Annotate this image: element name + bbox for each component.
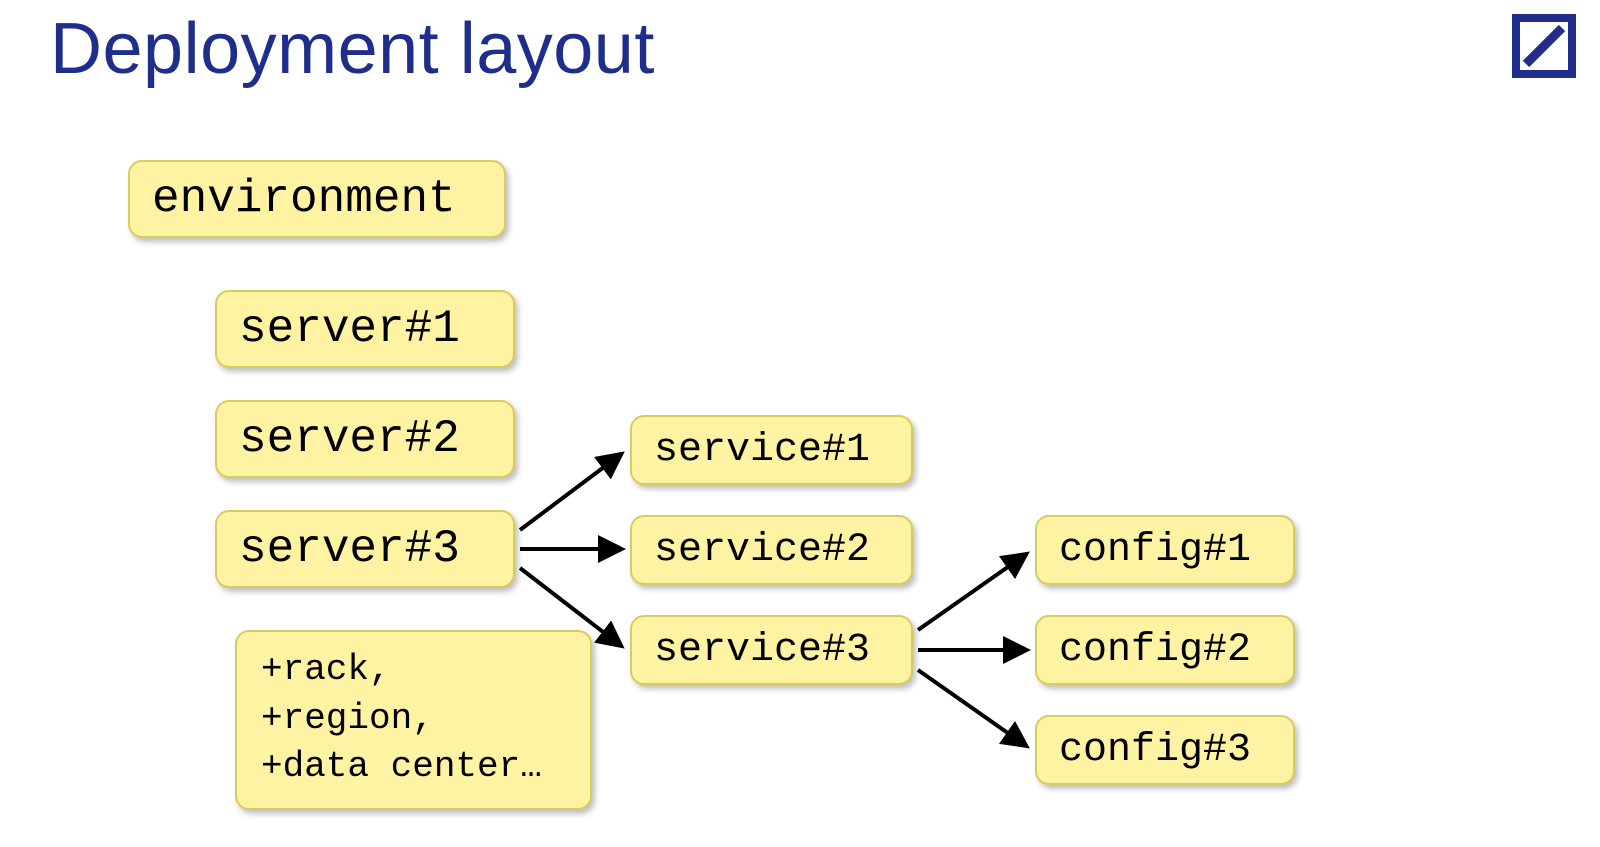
node-server-2: server#2 — [215, 400, 515, 478]
note-line: +region, — [261, 695, 566, 744]
node-service-1: service#1 — [630, 415, 913, 485]
node-config-3: config#3 — [1035, 715, 1295, 785]
slide-title: Deployment layout — [50, 8, 655, 90]
node-label: service#1 — [654, 428, 870, 473]
note-line: +rack, — [261, 646, 566, 695]
node-server-attributes-note: +rack, +region, +data center… — [235, 630, 592, 810]
node-environment: environment — [128, 160, 506, 238]
node-label: config#1 — [1059, 528, 1251, 573]
edge-service3-config1 — [918, 555, 1025, 630]
note-line: +data center… — [261, 743, 566, 792]
node-service-3: service#3 — [630, 615, 913, 685]
node-service-2: service#2 — [630, 515, 913, 585]
node-label: config#3 — [1059, 728, 1251, 773]
node-config-1: config#1 — [1035, 515, 1295, 585]
brand-logo-icon — [1512, 14, 1576, 78]
node-label: server#3 — [239, 523, 460, 575]
node-label: config#2 — [1059, 628, 1251, 673]
node-server-1: server#1 — [215, 290, 515, 368]
node-label: server#1 — [239, 303, 460, 355]
node-label: server#2 — [239, 413, 460, 465]
node-label: service#2 — [654, 528, 870, 573]
slide: Deployment layout environment server#1 s… — [0, 0, 1600, 847]
node-label: service#3 — [654, 628, 870, 673]
node-config-2: config#2 — [1035, 615, 1295, 685]
edge-server3-service1 — [520, 455, 620, 530]
edge-service3-config3 — [918, 670, 1025, 745]
node-server-3: server#3 — [215, 510, 515, 588]
node-label: environment — [152, 173, 456, 225]
